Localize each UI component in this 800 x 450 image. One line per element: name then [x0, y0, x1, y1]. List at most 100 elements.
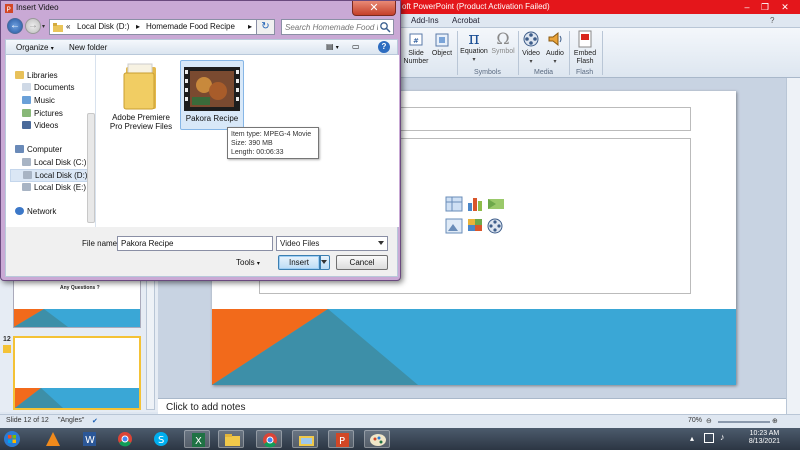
slide-thumbnail-11[interactable]: Any Questions ?	[13, 280, 141, 328]
nav-local-disk-e[interactable]: Local Disk (E:)	[22, 183, 86, 192]
slide-footer-graphic	[212, 309, 736, 385]
file-pakora-recipe[interactable]: Pakora Recipe	[180, 60, 244, 130]
address-bar[interactable]: « Local Disk (D:) ▸ Homemade Food Recipe…	[49, 19, 257, 35]
insert-chart-icon[interactable]	[468, 198, 482, 211]
view-options-icon[interactable]: ▤ ▾	[326, 42, 339, 51]
tab-add-ins[interactable]: Add-Ins	[411, 16, 439, 25]
taskbar-powerpoint-icon[interactable]: P	[328, 430, 354, 448]
network-icon	[15, 207, 24, 215]
audio-button[interactable]: Audio ▾	[544, 30, 566, 66]
slide-thumbnail-12[interactable]	[13, 336, 141, 410]
embed-flash-button[interactable]: Embed Flash	[570, 30, 600, 66]
slide-number-label-1: Slide	[408, 50, 424, 57]
tray-volume-icon[interactable]: ♪	[720, 432, 725, 442]
file-type-select[interactable]: Video Files	[276, 236, 388, 251]
maximize-icon[interactable]: ❐	[758, 1, 772, 13]
close-icon[interactable]: ✕	[778, 1, 792, 13]
chevron-down-icon: ▾	[50, 46, 54, 52]
tools-button[interactable]: Tools ▾	[236, 258, 260, 267]
tab-acrobat[interactable]: Acrobat	[452, 16, 480, 25]
taskbar-skype-icon[interactable]: S	[148, 430, 174, 448]
nav-pictures[interactable]: Pictures	[22, 109, 63, 118]
thumb-footer-graphic	[14, 309, 140, 327]
equation-label: Equation	[460, 48, 488, 55]
status-zoom: 70%	[688, 417, 703, 424]
taskbar-clock[interactable]: 10:23 AM 8/13/2021	[749, 430, 780, 446]
file-name-input[interactable]	[117, 236, 273, 251]
status-slide-count: Slide 12 of 12	[6, 417, 49, 424]
help-icon[interactable]: ?	[770, 16, 774, 25]
insert-picture-icon[interactable]	[445, 218, 463, 234]
recent-locations-icon[interactable]: ▾	[42, 23, 45, 30]
spellcheck-icon[interactable]: ✔	[92, 417, 98, 425]
insert-smartart-icon[interactable]	[488, 199, 504, 209]
forward-button[interactable]: →	[25, 18, 41, 34]
nav-local-disk-c[interactable]: Local Disk (C:)	[22, 158, 86, 167]
taskbar-excel-icon[interactable]: X	[184, 430, 210, 448]
insert-table-icon[interactable]	[445, 196, 463, 212]
nav-disk-e-label: Local Disk (E:)	[34, 183, 87, 192]
search-icon[interactable]	[379, 21, 391, 33]
nav-network[interactable]: Network	[15, 207, 56, 216]
navigation-scrollbar[interactable]	[87, 113, 95, 223]
insert-options-button[interactable]	[320, 255, 330, 270]
help-icon[interactable]: ?	[378, 41, 390, 53]
taskbar-chrome-icon[interactable]	[256, 430, 282, 448]
breadcrumb-separator-icon[interactable]: ▸	[136, 22, 140, 31]
file-tooltip: Item type: MPEG-4 Movie Size: 390 MB Len…	[227, 127, 319, 159]
nav-computer[interactable]: Computer	[15, 145, 62, 154]
insert-clipart-icon[interactable]	[468, 219, 482, 231]
search-input[interactable]	[282, 20, 378, 34]
ribbon-separator	[602, 31, 603, 75]
start-button[interactable]	[0, 430, 30, 448]
nav-videos[interactable]: Videos	[22, 121, 58, 130]
new-folder-button[interactable]: New folder	[69, 43, 107, 52]
object-button[interactable]: Object	[430, 32, 454, 58]
nav-libraries[interactable]: Libraries	[15, 71, 58, 80]
taskbar-explorer-icon[interactable]	[292, 430, 318, 448]
back-arrow-icon: ←	[10, 20, 20, 31]
nav-libraries-label: Libraries	[27, 71, 58, 80]
slide-number-button[interactable]: # Slide Number	[402, 32, 430, 66]
taskbar-word-icon[interactable]: W	[76, 430, 102, 448]
cancel-button[interactable]: Cancel	[336, 255, 388, 270]
breadcrumb-separator-icon[interactable]: ▸	[248, 22, 252, 31]
breadcrumb-local-disk-d[interactable]: Local Disk (D:)	[77, 22, 129, 31]
minimize-icon[interactable]: –	[740, 1, 754, 13]
preview-pane-icon[interactable]: ▭	[352, 42, 360, 51]
symbol-button[interactable]: Ω Symbol	[490, 30, 516, 56]
nav-music[interactable]: Music	[22, 96, 55, 105]
dialog-close-button[interactable]: ✕	[352, 1, 396, 16]
taskbar-vlc-icon[interactable]	[40, 430, 66, 448]
zoom-out-icon[interactable]: ⊖	[706, 417, 712, 425]
breadcrumb-homemade-food-recipe[interactable]: Homemade Food Recipe	[146, 22, 235, 31]
videos-icon	[22, 121, 31, 129]
search-box[interactable]	[281, 19, 394, 35]
ribbon-separator	[518, 31, 519, 75]
zoom-slider[interactable]	[718, 421, 770, 423]
folder-adobe-premiere[interactable]: Adobe Premiere Pro Preview Files	[102, 61, 180, 137]
thumbnail-scrollbar[interactable]	[146, 280, 155, 410]
file-name-label: Pakora Recipe	[185, 114, 239, 123]
folder-icon	[123, 63, 156, 110]
omega-icon: Ω	[496, 29, 510, 48]
taskbar-chrome-icon[interactable]	[112, 430, 138, 448]
insert-button[interactable]: Insert	[278, 255, 320, 270]
nav-local-disk-d[interactable]: Local Disk (D:)	[10, 169, 94, 182]
back-button[interactable]: ←	[7, 18, 23, 34]
zoom-in-icon[interactable]: ⊕	[772, 417, 778, 425]
notes-pane[interactable]: Click to add notes	[158, 398, 786, 414]
tray-network-icon[interactable]	[704, 433, 714, 443]
insert-media-icon[interactable]	[487, 218, 503, 234]
equation-button[interactable]: π Equation ▾	[458, 30, 490, 64]
tray-arrow-icon[interactable]: ▴	[690, 434, 694, 443]
video-button[interactable]: Video ▾	[520, 30, 542, 66]
chevron-down-icon	[378, 241, 384, 245]
organize-button[interactable]: Organize ▾	[16, 43, 54, 52]
taskbar-paint-icon[interactable]	[364, 430, 390, 448]
editor-scrollbar[interactable]	[786, 78, 800, 414]
nav-documents[interactable]: Documents	[22, 83, 74, 92]
taskbar-folder-icon[interactable]	[218, 430, 244, 448]
refresh-button[interactable]: ↻	[257, 19, 275, 35]
nav-pictures-label: Pictures	[34, 109, 63, 118]
